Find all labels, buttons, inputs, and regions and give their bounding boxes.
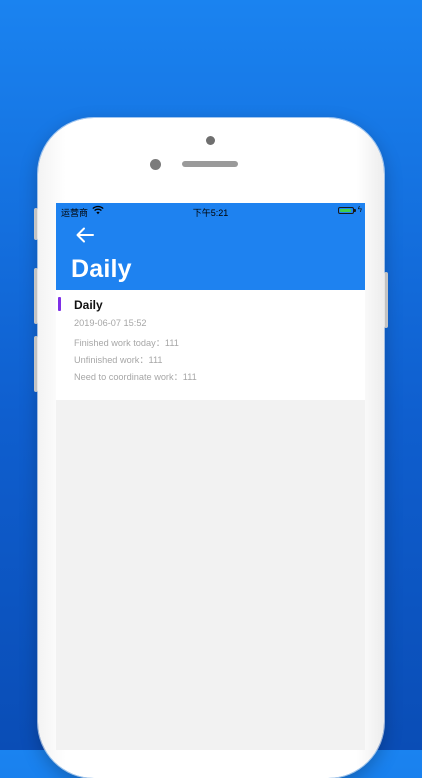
proximity-sensor [150,159,161,170]
report-card[interactable]: Daily 2019-06-07 15:52 Finished work tod… [56,290,365,400]
status-time: 下午5:21 [192,208,229,218]
arrow-left-icon [76,227,94,243]
finished-work: Finished work today：111 [74,338,179,348]
report-date: 2019-06-07 15:52 [74,318,147,328]
page-title: Daily [71,255,132,283]
earpiece-speaker [182,161,238,167]
battery-icon [338,207,356,214]
back-button[interactable] [74,224,96,246]
screen: 运营商 下午5:21 ϟ Daily Daily 2019-06-07 15:5… [56,203,365,750]
charging-icon: ϟ [357,205,362,214]
status-bar: 运营商 下午5:21 ϟ [56,203,365,219]
power-button [384,272,388,328]
front-camera [206,136,215,145]
report-title: Daily [74,298,103,312]
navigation-header: 运营商 下午5:21 ϟ Daily [56,203,365,290]
unfinished-work: Unfinished work：111 [74,355,163,365]
battery-level [340,209,351,212]
accent-bar [58,297,61,311]
coordinate-work: Need to coordinate work：111 [74,372,197,382]
